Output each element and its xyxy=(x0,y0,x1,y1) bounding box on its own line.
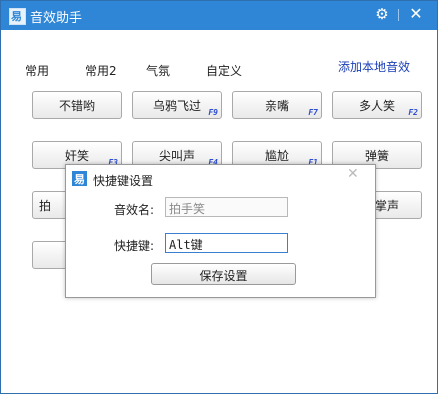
hotkey-badge: F7 xyxy=(308,108,318,117)
sound-button-label: 不错哟 xyxy=(58,99,95,113)
save-settings-label: 保存设置 xyxy=(199,269,248,283)
window-title: 音效助手 xyxy=(30,11,83,26)
main-window: 易 音效助手 ⚙ ✕ 常用 常用2 气氛 自定义 添加本地音效 不错哟 乌鸦飞过… xyxy=(0,0,438,394)
sound-button[interactable]: 乌鸦飞过 F9 xyxy=(132,91,222,119)
tab-atmosphere[interactable]: 气氛 xyxy=(146,62,170,79)
gear-icon[interactable]: ⚙ xyxy=(367,1,397,27)
tab-custom[interactable]: 自定义 xyxy=(206,62,242,79)
tab-common[interactable]: 常用 xyxy=(25,62,49,79)
sound-button[interactable]: 亲嘴 F7 xyxy=(232,91,322,119)
add-local-sound-link[interactable]: 添加本地音效 xyxy=(338,58,410,75)
hotkey-badge: F2 xyxy=(408,108,418,117)
titlebar-separator xyxy=(398,9,399,21)
hotkey-settings-dialog: 易 快捷键设置 ✕ 音效名: 拍手笑 快捷键: Alt键 保存设置 xyxy=(65,164,376,298)
app-logo-icon: 易 xyxy=(72,171,87,186)
hotkey-badge: F9 xyxy=(208,108,218,117)
sound-button-label: 弹簧 xyxy=(364,149,389,163)
sound-button[interactable]: 多人笑 F2 xyxy=(332,91,422,119)
tab-common2[interactable]: 常用2 xyxy=(85,62,117,79)
sound-name-label: 音效名: xyxy=(114,203,155,217)
dialog-title: 快捷键设置 xyxy=(93,174,154,188)
hotkey-input[interactable]: Alt键 xyxy=(165,233,288,253)
app-logo-icon: 易 xyxy=(9,8,26,25)
close-icon[interactable]: ✕ xyxy=(401,1,431,27)
hotkey-label: 快捷键: xyxy=(114,239,155,253)
sound-button-label: 拍 xyxy=(39,199,52,213)
close-icon[interactable]: ✕ xyxy=(347,166,359,182)
sound-button[interactable]: 不错哟 xyxy=(32,91,122,119)
sound-name-field: 拍手笑 xyxy=(165,197,288,217)
save-settings-button[interactable]: 保存设置 xyxy=(151,263,296,285)
title-bar[interactable]: 易 音效助手 ⚙ ✕ xyxy=(1,1,437,30)
